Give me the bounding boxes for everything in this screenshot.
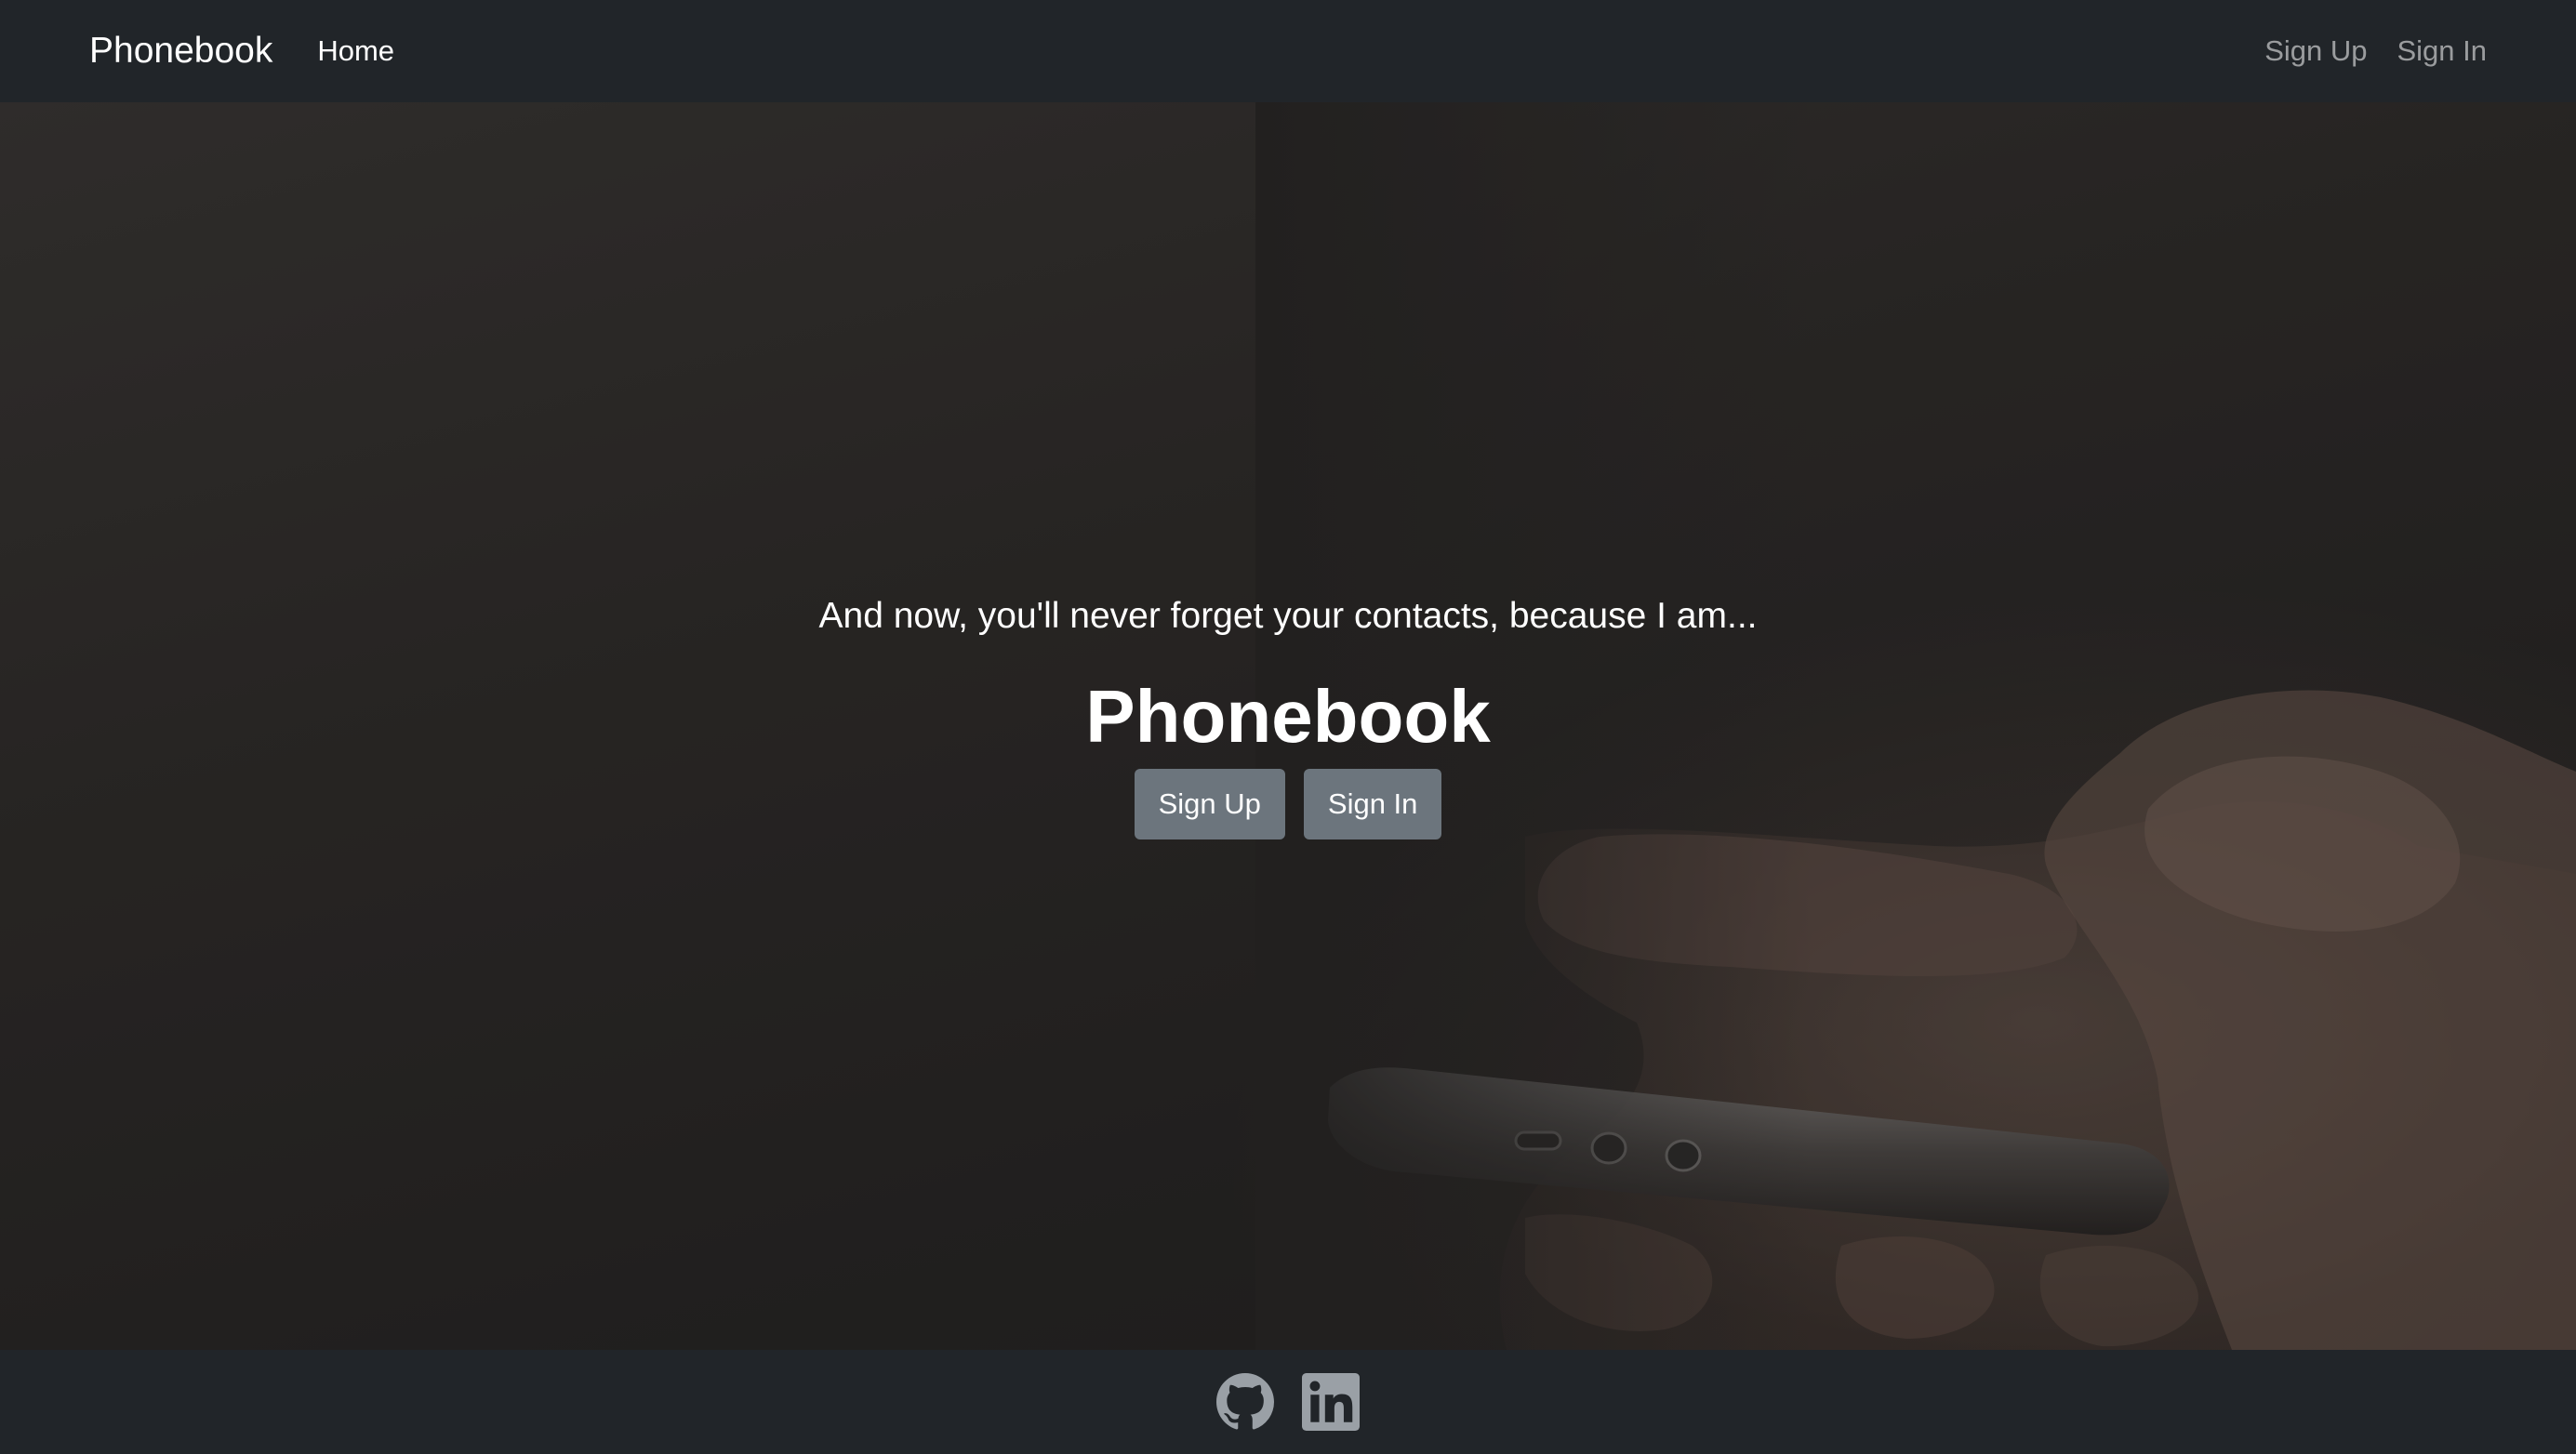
footer <box>0 1350 2576 1454</box>
nav-link-sign-up[interactable]: Sign Up <box>2264 34 2367 68</box>
navbar-auth-links: Sign Up Sign In <box>2264 34 2487 68</box>
hero-buttons: Sign Up Sign In <box>0 768 2576 839</box>
github-icon[interactable] <box>1216 1373 1274 1431</box>
nav-link-home[interactable]: Home <box>317 34 394 68</box>
hero-content: And now, you'll never forget your contac… <box>0 595 2576 839</box>
nav-link-sign-in[interactable]: Sign In <box>2397 34 2487 68</box>
linkedin-icon[interactable] <box>1302 1373 1360 1431</box>
hero-section: And now, you'll never forget your contac… <box>0 102 2576 1350</box>
navbar: Phonebook Home Sign Up Sign In <box>0 0 2576 102</box>
sign-in-button[interactable]: Sign In <box>1303 768 1442 839</box>
sign-up-button[interactable]: Sign Up <box>1134 768 1285 839</box>
page: Phonebook Home Sign Up Sign In And now, … <box>0 0 2576 1454</box>
hero-title: Phonebook <box>1085 674 1491 758</box>
navbar-brand[interactable]: Phonebook <box>89 31 272 72</box>
hero-tagline: And now, you'll never forget your contac… <box>818 596 1758 636</box>
